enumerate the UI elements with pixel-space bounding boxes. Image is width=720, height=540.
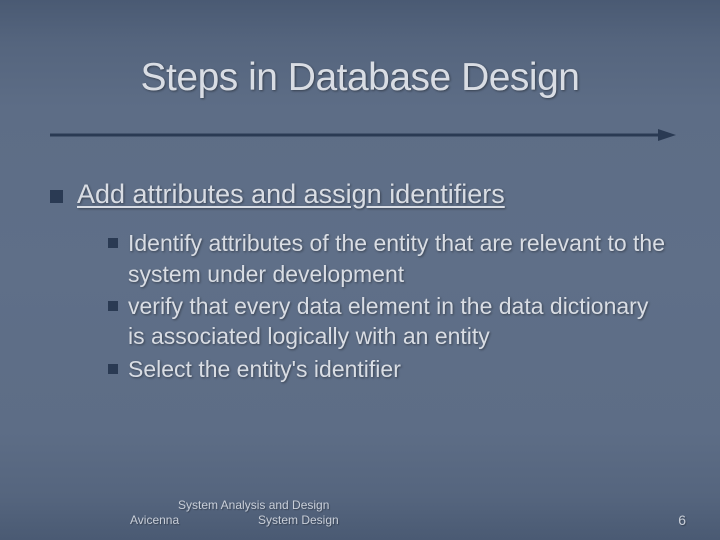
level2-item: verify that every data element in the da… — [108, 291, 670, 352]
level1-item: Add attributes and assign identifiers — [50, 178, 670, 210]
page-number: 6 — [678, 512, 686, 528]
footer-subtitle: System Design — [258, 513, 339, 528]
footer-author: Avicenna — [130, 513, 258, 528]
level2-item: Identify attributes of the entity that a… — [108, 228, 670, 289]
footer-text: System Analysis and Design Avicenna Syst… — [130, 498, 339, 528]
square-bullet-icon — [108, 364, 118, 374]
square-bullet-icon — [108, 301, 118, 311]
level2-text: verify that every data element in the da… — [128, 291, 670, 352]
title-underline-arrow — [50, 128, 676, 142]
slide: Steps in Database Design Add attributes … — [0, 0, 720, 540]
content-area: Add attributes and assign identifiers Id… — [50, 178, 670, 386]
level2-list: Identify attributes of the entity that a… — [108, 228, 670, 384]
square-bullet-icon — [50, 190, 63, 203]
level2-text: Select the entity's identifier — [128, 354, 401, 384]
square-bullet-icon — [108, 238, 118, 248]
slide-title: Steps in Database Design — [0, 0, 720, 110]
level2-text: Identify attributes of the entity that a… — [128, 228, 670, 289]
level2-item: Select the entity's identifier — [108, 354, 670, 384]
footer: System Analysis and Design Avicenna Syst… — [0, 498, 720, 528]
level1-text: Add attributes and assign identifiers — [77, 178, 505, 210]
footer-line1: System Analysis and Design — [178, 498, 339, 513]
